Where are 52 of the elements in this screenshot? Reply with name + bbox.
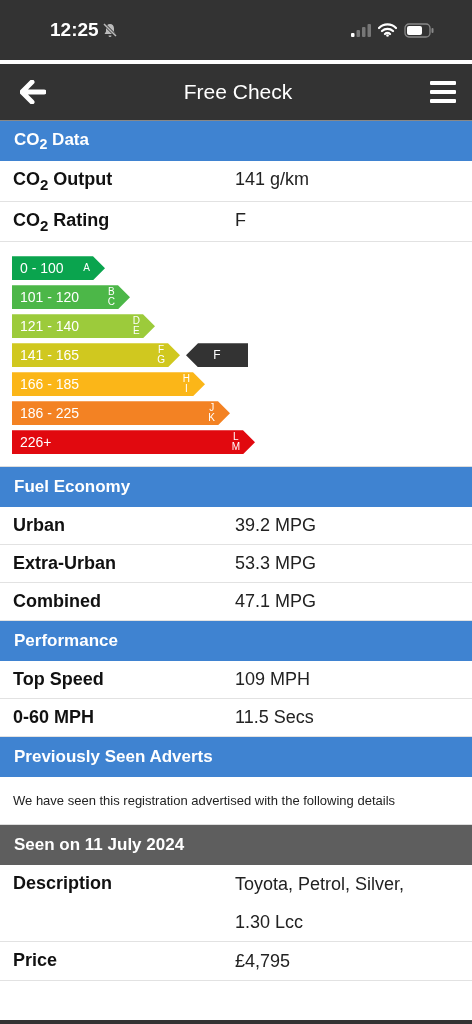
row-value: 11.5 Secs (234, 706, 315, 730)
menu-button[interactable] (430, 81, 456, 103)
row-value: 39.2 MPG (234, 514, 318, 538)
section-header: Seen on 11 July 2024 (0, 825, 472, 866)
row-value: Toyota, Petrol, Silver, 1.30 Lcc (234, 873, 406, 935)
row-value: F (234, 208, 247, 232)
clock: 12:25 (50, 19, 99, 41)
band-letter: D (132, 316, 140, 327)
band-letter: H (182, 374, 190, 385)
rating-marker: F (186, 343, 248, 368)
battery-icon (404, 22, 434, 38)
row-label: Urban (12, 514, 66, 538)
row-label: CO$_{2}$ Rating (12, 208, 111, 236)
row-label: 0-60 MPH (12, 706, 96, 730)
row-label: Combined (12, 590, 102, 614)
band-range: 121 - 140 (20, 318, 80, 335)
section-header: Previously Seen Adverts (0, 737, 472, 778)
band-letter: I (185, 384, 188, 395)
section-header: CO$_{2}$ Data (0, 121, 472, 161)
band-range: 186 - 225 (20, 405, 80, 422)
band-letter: C (107, 297, 115, 308)
band-range: 0 - 100 (20, 260, 64, 277)
wifi-icon (378, 23, 397, 37)
signal-icon (351, 23, 371, 37)
back-button[interactable] (20, 80, 46, 104)
row-value: £4,795 (234, 950, 292, 974)
row-label: CO$_{2}$ Output (12, 168, 114, 195)
page-title: Free Check (182, 80, 294, 104)
section-header: Performance (0, 621, 472, 662)
row-value: 141 g/km (234, 168, 311, 191)
band-letter: L (233, 432, 239, 443)
band-letter: J (209, 403, 215, 414)
row-label: Price (12, 949, 59, 973)
band-letter: B (108, 287, 115, 298)
row-label: Extra-Urban (12, 552, 118, 576)
row-value: 53.3 MPG (234, 552, 318, 576)
band-letter: G (157, 355, 165, 366)
row-value: 109 MPH (234, 668, 312, 692)
bell-slash-icon (101, 22, 118, 38)
row-label: Description (12, 872, 114, 896)
band-range: 141 - 165 (20, 347, 80, 364)
row-value: 47.1 MPG (234, 590, 318, 614)
band-letter: K (208, 413, 215, 424)
row-label: Top Speed (12, 668, 105, 692)
band-range: 101 - 120 (20, 289, 80, 306)
band-letter: A (83, 263, 90, 274)
band-letter: F (158, 345, 165, 356)
band-range: 166 - 185 (20, 376, 80, 393)
section-header: Fuel Economy (0, 467, 472, 508)
band-letter: E (133, 326, 140, 337)
band-range: 226+ (20, 434, 52, 451)
band-letter: M (231, 442, 240, 453)
